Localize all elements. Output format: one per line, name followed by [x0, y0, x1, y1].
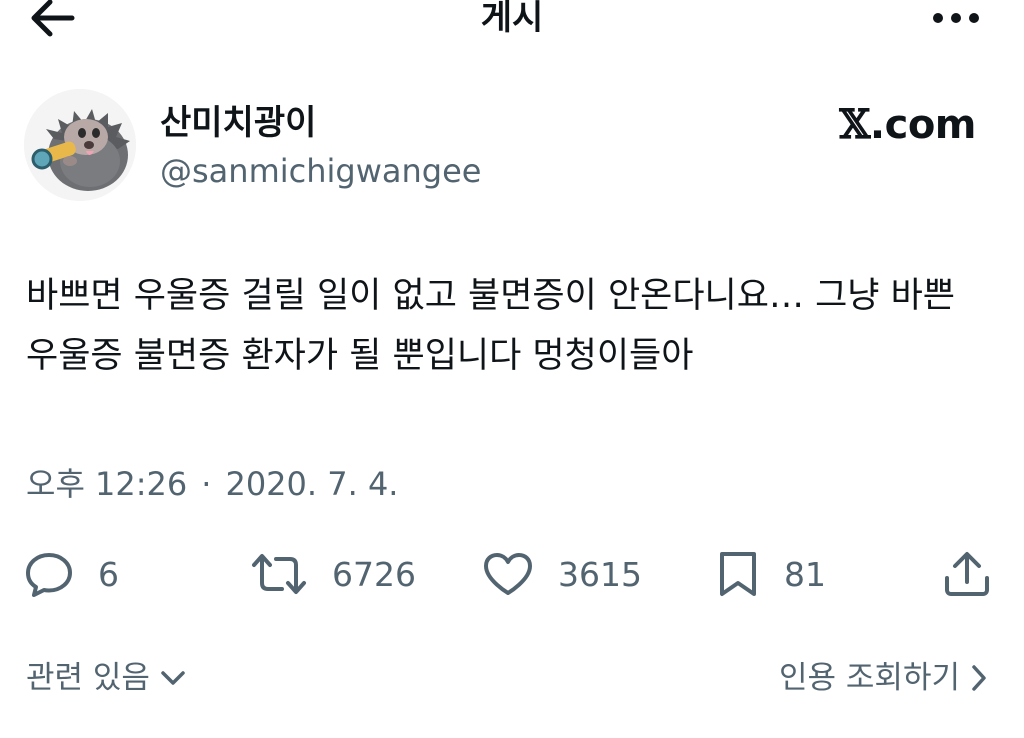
bookmark-icon — [720, 552, 756, 596]
share-icon — [945, 552, 989, 596]
share-button[interactable] — [942, 546, 992, 602]
related-label: 관련 있음 — [26, 660, 150, 696]
porcupine-with-binoculars-avatar — [24, 89, 136, 201]
source-watermark: 𝕏.com — [839, 101, 977, 149]
chevron-down-icon — [161, 671, 185, 685]
like-count: 3615 — [558, 554, 642, 594]
author-handle[interactable]: @sanmichigwangee — [160, 150, 481, 192]
retweet-count: 6726 — [332, 554, 416, 594]
reply-button[interactable]: 6 — [24, 546, 119, 602]
related-dropdown[interactable]: 관련 있음 — [26, 656, 186, 700]
bookmark-count: 81 — [784, 554, 826, 594]
page-title: 게시 — [480, 0, 544, 38]
reply-count: 6 — [98, 554, 119, 594]
like-button[interactable]: 3615 — [482, 546, 642, 602]
tweet-time: 오후 12:26 — [26, 465, 188, 503]
top-bar: 게시 — [0, 0, 1024, 44]
view-quotes-label: 인용 조회하기 — [779, 660, 960, 696]
view-quotes-link[interactable]: 인용 조회하기 — [779, 656, 988, 700]
retweet-icon — [252, 554, 306, 594]
x-logo: 𝕏 — [839, 101, 870, 148]
timestamp-separator: · — [201, 465, 212, 503]
chevron-right-icon — [972, 665, 986, 691]
bookmark-button[interactable]: 81 — [716, 546, 826, 602]
tweet-text: 바쁘면 우울증 걸릴 일이 없고 불면증이 안온다니요… 그냥 바쁜 우울증 불… — [26, 276, 956, 376]
more-options-button[interactable] — [932, 8, 980, 28]
avatar[interactable] — [24, 89, 136, 201]
source-domain: .com — [869, 102, 977, 148]
author-name[interactable]: 산미치광이 — [160, 102, 316, 144]
action-bar: 6 6726 3615 81 — [0, 546, 1024, 602]
tweet-date: 2020. 7. 4. — [225, 465, 399, 503]
retweet-button[interactable]: 6726 — [250, 546, 416, 602]
like-icon — [484, 553, 532, 595]
tweet-timestamp[interactable]: 오후 12:26 · 2020. 7. 4. — [26, 462, 398, 506]
more-horizontal-icon — [933, 13, 979, 23]
reply-icon — [26, 553, 72, 597]
tweet-detail-page: 게시 산미치광이 @sanmichigwangee 𝕏.com 바쁘면 우울증 … — [0, 0, 1024, 738]
